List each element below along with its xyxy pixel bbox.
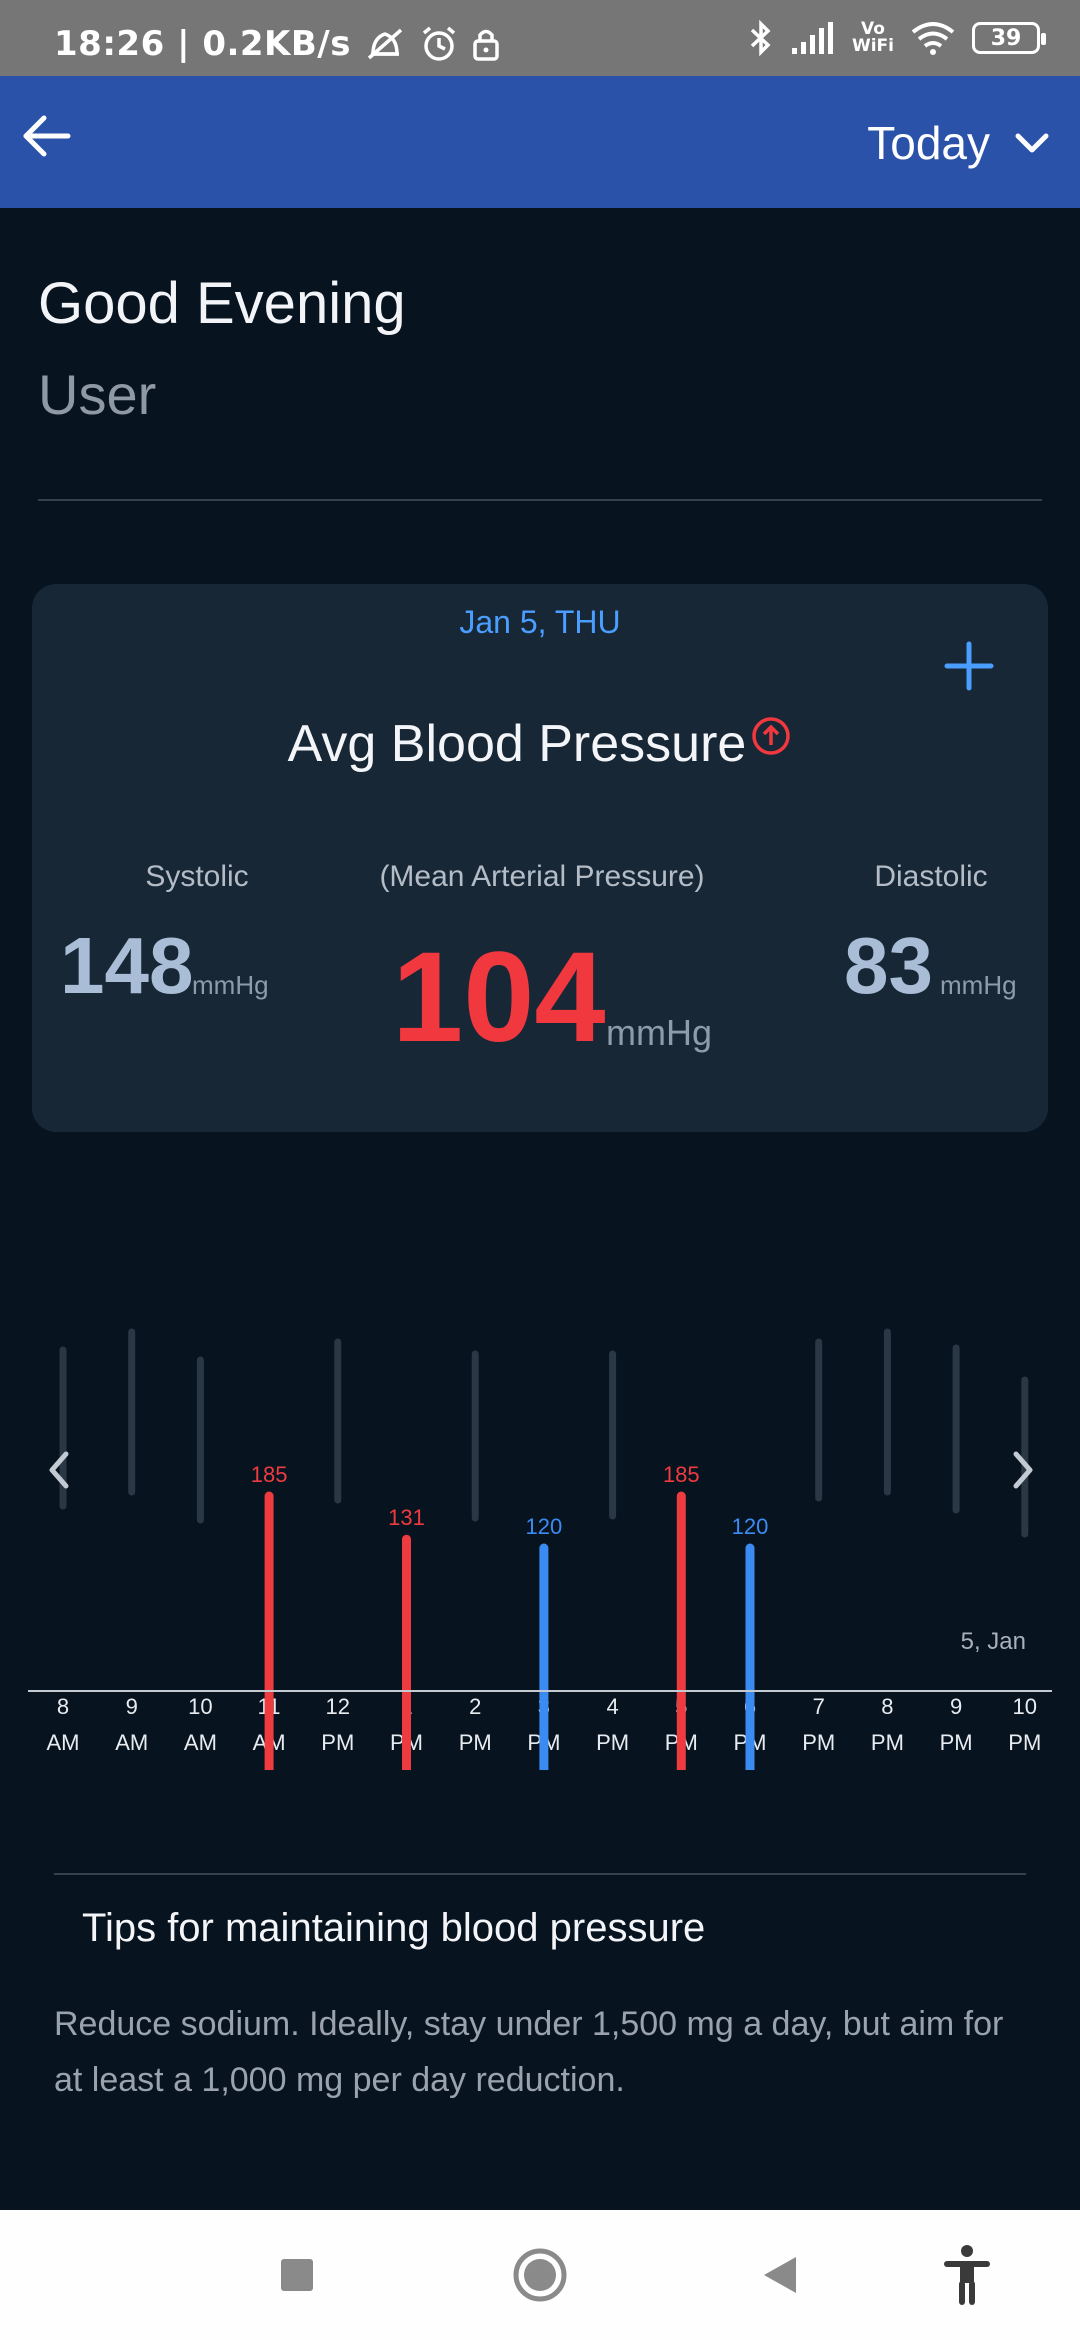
x-tick-period: PM	[802, 1730, 835, 1755]
x-tick-hour: 8	[881, 1694, 893, 1719]
diastolic-value: 83	[844, 921, 933, 1010]
x-axis-line	[28, 1690, 1052, 1692]
add-reading-button[interactable]	[937, 634, 1001, 698]
tips-title: Tips for maintaining blood pressure	[82, 1906, 706, 1950]
x-tick-hour: 10	[188, 1694, 212, 1719]
lock-icon	[473, 29, 499, 61]
period-label: Today	[867, 117, 990, 169]
divider	[38, 499, 1042, 501]
back-button[interactable]	[18, 106, 78, 166]
triangle-icon	[764, 2257, 796, 2293]
status-bar: 18:26 | 0.2KB/s Vo WiFi 39	[0, 0, 1080, 76]
chart-prev-button[interactable]	[34, 1440, 82, 1500]
x-tick-hour: 7	[813, 1694, 825, 1719]
chart-date-label: 5, Jan	[960, 1628, 1026, 1655]
tips-body: Reduce sodium. Ideally, stay under 1,500…	[54, 2005, 1004, 2099]
map-value: 104	[392, 926, 606, 1069]
systolic-data-label: 120	[732, 1514, 769, 1539]
x-tick-period: AM	[184, 1730, 217, 1755]
divider	[54, 1873, 1026, 1875]
systolic-value: 148	[60, 921, 194, 1010]
status-left: 18:26 | 0.2KB/s	[54, 24, 501, 64]
circle-icon	[513, 2248, 567, 2302]
x-tick-period: AM	[115, 1730, 148, 1755]
x-tick-period: PM	[459, 1730, 492, 1755]
wifi-icon	[911, 22, 955, 55]
x-tick-period: PM	[321, 1730, 354, 1755]
recents-button[interactable]	[262, 2240, 332, 2310]
chart-next-button[interactable]	[1000, 1440, 1048, 1500]
systolic-data-label: 131	[388, 1505, 425, 1530]
square-icon	[281, 2259, 313, 2291]
plus-icon	[944, 641, 994, 691]
x-tick-hour: 9	[950, 1694, 962, 1719]
trend-up-icon	[750, 710, 792, 770]
home-button[interactable]	[505, 2240, 575, 2310]
period-dropdown[interactable]: Today	[867, 116, 1050, 170]
accessibility-button[interactable]	[932, 2240, 1002, 2310]
x-tick-period: PM	[871, 1730, 904, 1755]
chevron-left-icon	[49, 1451, 69, 1489]
card-date: Jan 5, THU	[459, 604, 621, 640]
card-title: Avg Blood Pressure	[32, 714, 1048, 774]
systolic-unit: mmHg	[192, 970, 269, 1000]
map-unit: mmHg	[606, 1012, 712, 1053]
chevron-down-icon	[1015, 133, 1049, 153]
systolic-data-label: 185	[251, 1462, 288, 1487]
alarm-clock-icon	[422, 26, 456, 61]
user-name: User	[38, 363, 157, 426]
vowifi-indicator: Vo WiFi	[851, 19, 894, 56]
bluetooth-icon	[750, 19, 771, 57]
battery-level: 39	[990, 25, 1022, 51]
x-tick-hour: 12	[326, 1694, 350, 1719]
x-tick-period: AM	[47, 1730, 80, 1755]
map-label: (Mean Arterial Pressure)	[379, 860, 705, 893]
systolic-label: Systolic	[145, 860, 249, 893]
accessibility-icon	[944, 2245, 990, 2305]
greeting-title: Good Evening	[38, 271, 406, 336]
battery-icon: 39	[972, 22, 1046, 54]
chevron-right-icon	[1013, 1451, 1033, 1489]
systolic-data-label: 120	[526, 1514, 563, 1539]
x-tick-hour: 8	[57, 1694, 69, 1719]
x-tick-hour: 4	[606, 1694, 618, 1719]
system-nav-bar	[0, 2210, 1080, 2340]
blood-pressure-card: Jan 5, THU Avg Blood Pressure Systolic (…	[32, 584, 1048, 1132]
arrow-left-icon	[23, 115, 71, 157]
x-tick-hour: 2	[469, 1694, 481, 1719]
x-tick-period: PM	[1008, 1730, 1041, 1755]
x-tick-period: PM	[940, 1730, 973, 1755]
time-network-speed: 18:26 | 0.2KB/s	[54, 24, 351, 64]
silent-alarm-icon	[367, 28, 403, 60]
diastolic-unit: mmHg	[940, 970, 1017, 1000]
x-tick-period: PM	[596, 1730, 629, 1755]
x-tick-hour: 10	[1013, 1694, 1037, 1719]
x-tick-hour: 9	[126, 1694, 138, 1719]
app-bar: Today	[0, 76, 1080, 208]
systolic-data-label: 185	[663, 1462, 700, 1487]
back-nav-button[interactable]	[745, 2240, 815, 2310]
bp-chart: 8AM9AM10AM11AM12PM1PM2PM3PM4PM5PM6PM7PM8…	[0, 1230, 1080, 1770]
bp-chart-svg: 8AM9AM10AM11AM12PM1PM2PM3PM4PM5PM6PM7PM8…	[47, 1328, 1041, 1770]
status-right: Vo WiFi 39	[748, 18, 1046, 58]
diastolic-label: Diastolic	[874, 860, 988, 893]
signal-icon	[791, 22, 833, 54]
